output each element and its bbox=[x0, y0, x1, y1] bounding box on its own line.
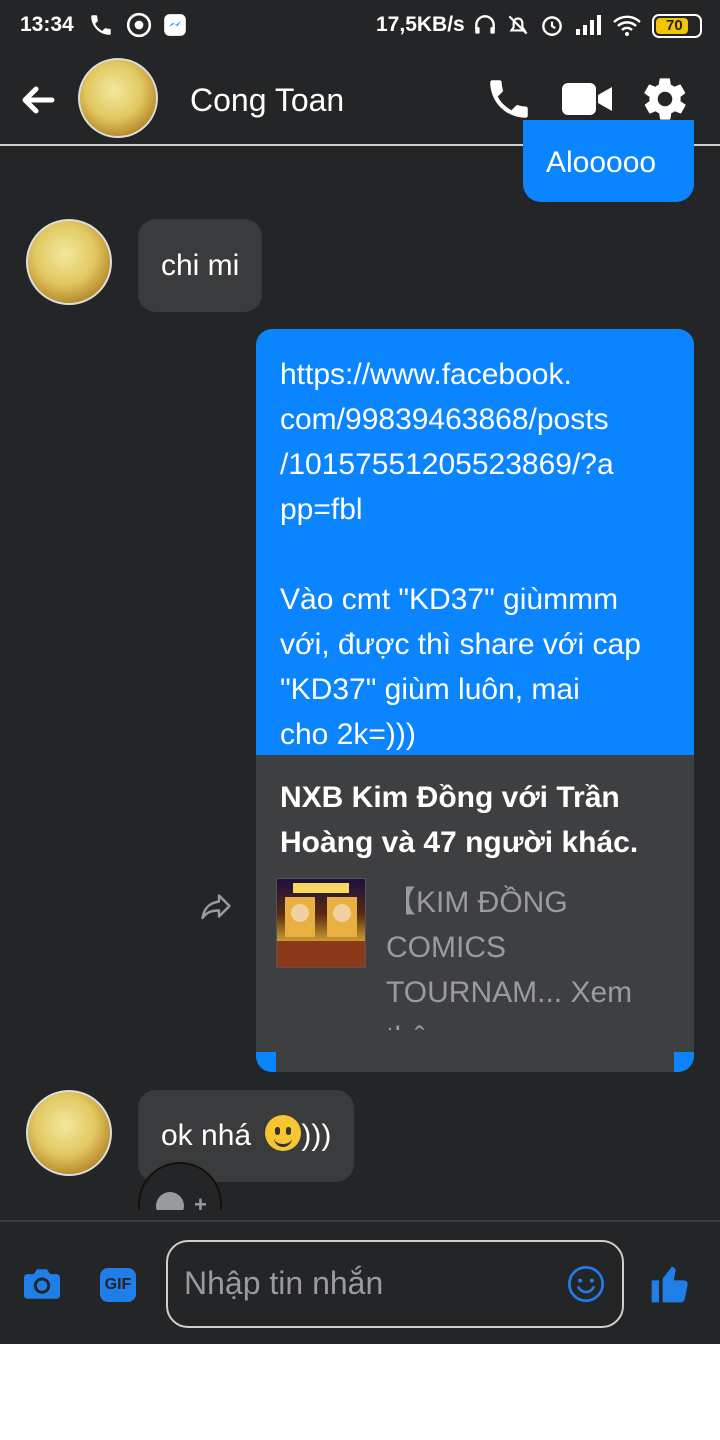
message-text: chi mi bbox=[161, 249, 240, 282]
battery-level: 70 bbox=[666, 17, 683, 34]
sender-avatar[interactable] bbox=[26, 1090, 112, 1176]
contact-name[interactable]: Cong Toan bbox=[190, 82, 344, 119]
video-call-icon[interactable] bbox=[560, 74, 616, 124]
battery-icon: 70 bbox=[652, 14, 702, 38]
card-description: 【KIM ĐỒNG COMICS TOURNAM... Xem thêm bbox=[386, 886, 633, 1030]
status-bar: 13:34 17,5KB/s 70 bbox=[0, 0, 720, 52]
alarm-icon bbox=[542, 16, 562, 36]
wifi-icon bbox=[613, 15, 641, 36]
thumbs-up-icon[interactable] bbox=[648, 1262, 692, 1306]
link-preview-card[interactable]: NXB Kim Đồng với Trần Hoàng và 47 người … bbox=[256, 755, 694, 1072]
settings-gear-icon[interactable] bbox=[640, 74, 690, 124]
message-line: Vào cmt "KD37" giùmmm bbox=[280, 583, 619, 616]
card-thumbnail bbox=[276, 878, 366, 968]
emoji-picker-icon[interactable] bbox=[566, 1264, 606, 1304]
phone-status-icon bbox=[91, 15, 111, 35]
gif-button[interactable]: GIF bbox=[100, 1268, 136, 1302]
message-input-placeholder: Nhập tin nhắn bbox=[184, 1265, 384, 1301]
message-text-suffix: ))) bbox=[301, 1119, 332, 1152]
voice-call-icon[interactable] bbox=[484, 74, 534, 124]
message-line: "KD37" giùm luôn, mai bbox=[280, 673, 580, 706]
contact-avatar[interactable] bbox=[78, 58, 158, 138]
smile-emoji-icon bbox=[265, 1115, 302, 1151]
messenger-status-icon bbox=[164, 14, 186, 36]
card-corner bbox=[674, 1052, 694, 1072]
card-corner bbox=[256, 1052, 276, 1072]
camera-aperture-icon bbox=[126, 12, 152, 38]
mute-bell-icon bbox=[508, 15, 528, 35]
incoming-message[interactable]: chi mi bbox=[138, 219, 263, 312]
network-speed: 17,5KB/s bbox=[376, 13, 465, 36]
message-composer: GIF Nhập tin nhắn bbox=[0, 1220, 720, 1344]
message-line: cho 2k=))) bbox=[280, 718, 416, 751]
outgoing-message[interactable]: Alooooo bbox=[523, 120, 694, 202]
message-line: với, được thì share với cap bbox=[280, 628, 641, 661]
status-time: 13:34 bbox=[20, 13, 74, 36]
message-text: ok nhá bbox=[161, 1119, 252, 1152]
link-line[interactable]: https://www.facebook. bbox=[280, 352, 680, 397]
outgoing-message-link[interactable]: https://www.facebook. com/99839463868/po… bbox=[256, 329, 694, 769]
messenger-app: 13:34 17,5KB/s 70 Cong Toan Alooooo chi … bbox=[0, 0, 720, 1344]
back-arrow-icon[interactable] bbox=[18, 80, 58, 120]
link-line[interactable]: /10157551205523869/?a bbox=[280, 442, 680, 487]
signal-icon bbox=[576, 15, 601, 35]
headphones-icon bbox=[475, 15, 495, 34]
camera-icon[interactable] bbox=[22, 1266, 62, 1302]
card-title: NXB Kim Đồng với Trần Hoàng và 47 người … bbox=[280, 781, 639, 859]
message-input[interactable]: Nhập tin nhắn bbox=[166, 1240, 624, 1328]
share-icon[interactable] bbox=[198, 888, 234, 924]
message-text: Alooooo bbox=[546, 146, 657, 179]
link-line[interactable]: com/99839463868/posts bbox=[280, 397, 680, 442]
add-reaction-button[interactable]: + bbox=[138, 1162, 222, 1210]
sender-avatar[interactable] bbox=[26, 219, 112, 305]
link-line[interactable]: pp=fbl bbox=[280, 487, 680, 532]
